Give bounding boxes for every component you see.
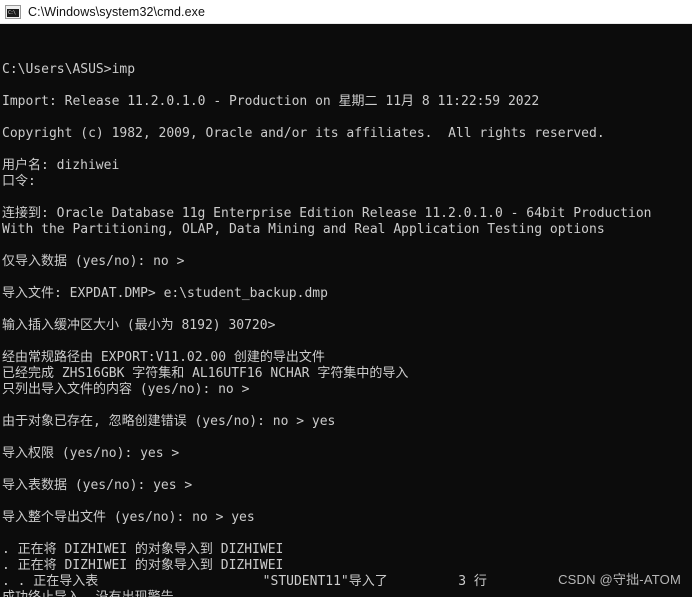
- cmd-console-icon-glyph: C:\: [7, 9, 19, 17]
- terminal-line: 用户名: dizhiwei: [2, 158, 120, 173]
- terminal-line: 导入整个导出文件 (yes/no): no > yes: [2, 510, 255, 525]
- terminal-line: 由于对象已存在, 忽略创建错误 (yes/no): no > yes: [2, 414, 336, 429]
- terminal-line: 只列出导入文件的内容 (yes/no): no >: [2, 382, 250, 397]
- terminal-line: Import: Release 11.2.0.1.0 - Production …: [2, 94, 540, 109]
- terminal-line: Copyright (c) 1982, 2009, Oracle and/or …: [2, 126, 605, 141]
- terminal-line-list: C:\Users\ASUS>imp Import: Release 11.2.0.…: [2, 62, 692, 597]
- terminal-line: 经由常规路径由 EXPORT:V11.02.00 创建的导出文件: [2, 350, 325, 365]
- watermark-label: CSDN @守拙-ATOM: [558, 572, 681, 587]
- terminal-line: 连接到: Oracle Database 11g Enterprise Edit…: [2, 206, 652, 221]
- terminal-line: With the Partitioning, OLAP, Data Mining…: [2, 222, 605, 237]
- window-title-bar[interactable]: C:\ C:\Windows\system32\cmd.exe: [0, 0, 692, 24]
- window-title: C:\Windows\system32\cmd.exe: [28, 4, 206, 19]
- terminal-line: . 正在将 DIZHIWEI 的对象导入到 DIZHIWEI: [2, 542, 284, 557]
- terminal-line: 导入权限 (yes/no): yes >: [2, 446, 180, 461]
- cmd-console-icon: C:\: [5, 5, 21, 19]
- terminal-output[interactable]: C:\Users\ASUS>imp Import: Release 11.2.0.…: [0, 24, 692, 597]
- terminal-line: 口令:: [2, 174, 36, 189]
- terminal-line: 已经完成 ZHS16GBK 字符集和 AL16UTF16 NCHAR 字符集中的…: [2, 366, 409, 381]
- terminal-line: 输入插入缓冲区大小 (最小为 8192) 30720>: [2, 318, 276, 333]
- terminal-line: 成功终止导入, 没有出现警告。: [2, 590, 692, 597]
- terminal-line: 导入文件: EXPDAT.DMP> e:\student_backup.dmp: [2, 286, 328, 301]
- terminal-line: 仅导入数据 (yes/no): no >: [2, 254, 185, 269]
- terminal-line: C:\Users\ASUS>imp: [2, 62, 136, 77]
- terminal-line: 导入表数据 (yes/no): yes >: [2, 478, 193, 493]
- cmd-window: C:\ C:\Windows\system32\cmd.exe C:\Users…: [0, 0, 692, 597]
